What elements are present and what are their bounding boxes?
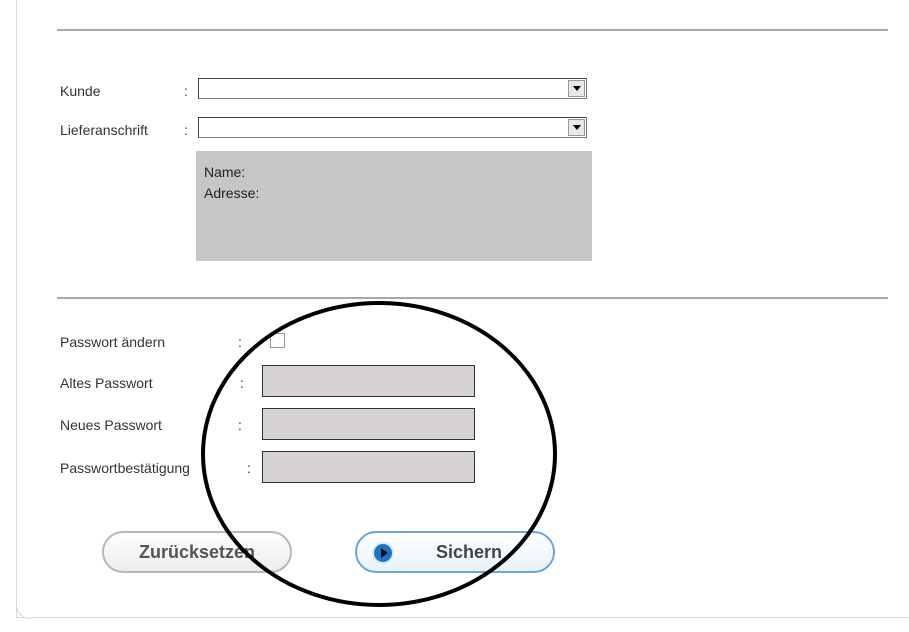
customer-label: Kunde [60,83,101,99]
change-password-colon: : [238,334,242,350]
address-info-box: Name: Adresse: [196,151,592,261]
new-password-label: Neues Passwort [60,417,162,433]
panel-border [16,0,17,618]
customer-colon: : [184,83,188,99]
change-password-label: Passwort ändern [60,334,166,350]
play-icon [372,542,394,564]
old-password-colon: : [240,375,244,391]
delivery-address-select[interactable] [198,117,587,138]
customer-select[interactable] [198,78,587,99]
middle-divider [57,297,888,299]
delivery-address-label: Lieferanschrift [60,122,148,138]
chevron-down-icon[interactable] [568,80,585,97]
address-name-label: Name: [204,164,246,180]
top-divider [57,29,888,31]
confirm-password-field[interactable] [262,451,475,483]
reset-button[interactable]: Zurücksetzen [102,531,292,573]
confirm-password-colon: : [247,460,251,476]
save-button-label: Sichern [435,541,503,562]
form-panel: Kunde : Lieferanschrift : Name: Adresse:… [0,0,909,632]
address-address-label: Adresse: [204,185,260,201]
reset-button-label: Zurücksetzen [138,541,256,562]
new-password-field[interactable] [262,408,475,440]
new-password-colon: : [238,417,242,433]
delivery-address-colon: : [184,122,188,138]
confirm-password-label: Passwortbestätigung [60,460,190,476]
chevron-down-icon[interactable] [568,119,585,136]
save-button[interactable]: Sichern [355,531,555,573]
panel-border-bottom [16,617,909,618]
old-password-label: Altes Passwort [60,375,153,391]
change-password-checkbox[interactable] [270,333,285,348]
old-password-field[interactable] [262,365,475,397]
